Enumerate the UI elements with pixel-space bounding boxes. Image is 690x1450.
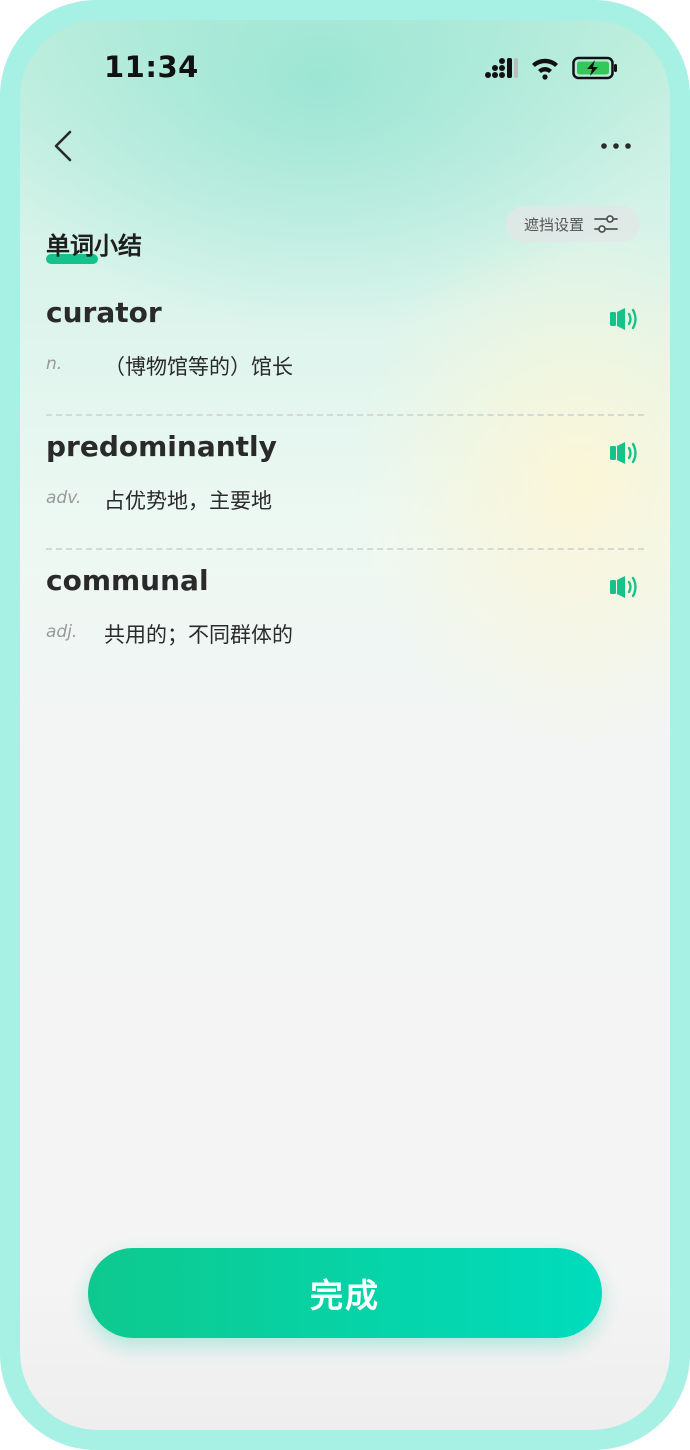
section-title: 单词小结 xyxy=(46,228,142,268)
mask-settings-button[interactable]: 遮挡设置 xyxy=(506,206,640,242)
more-button[interactable] xyxy=(596,128,636,164)
speaker-icon[interactable] xyxy=(609,440,639,466)
chevron-left-icon xyxy=(54,130,72,162)
part-of-speech: adv. xyxy=(46,488,82,508)
wifi-icon xyxy=(532,58,558,80)
speaker-icon[interactable] xyxy=(609,306,639,332)
device-frame: 11:34 单词小结 遮挡设置 curator n. （博物馆等的）馆长 pre… xyxy=(0,0,690,1450)
mask-settings-label: 遮挡设置 xyxy=(524,215,585,234)
battery-charging-icon xyxy=(572,56,617,80)
done-button-label: 完成 xyxy=(310,1276,380,1315)
back-button[interactable] xyxy=(46,126,86,166)
more-horizontal-icon xyxy=(601,143,631,149)
part-of-speech: adj. xyxy=(46,622,78,642)
signal-icon xyxy=(485,58,518,78)
status-bar: 11:34 xyxy=(20,20,670,120)
word-meaning: （博物馆等的）馆长 xyxy=(104,355,293,379)
word-list: curator n. （博物馆等的）馆长 predominantly adv. … xyxy=(46,282,644,682)
word-item: curator n. （博物馆等的）馆长 xyxy=(46,282,644,416)
word-text: predominantly xyxy=(46,430,277,463)
word-text: curator xyxy=(46,296,162,329)
status-time: 11:34 xyxy=(104,50,199,84)
app-screen: 11:34 单词小结 遮挡设置 curator n. （博物馆等的）馆长 pre… xyxy=(20,20,670,1430)
section-title-text: 单词小结 xyxy=(46,232,142,260)
word-text: communal xyxy=(46,564,209,597)
part-of-speech: n. xyxy=(46,354,63,374)
done-button[interactable]: 完成 xyxy=(88,1248,602,1338)
speaker-icon[interactable] xyxy=(609,574,639,600)
word-meaning: 共用的；不同群体的 xyxy=(104,623,293,647)
word-item: communal adj. 共用的；不同群体的 xyxy=(46,550,644,682)
word-item: predominantly adv. 占优势地，主要地 xyxy=(46,416,644,550)
filter-sliders-icon xyxy=(594,215,618,233)
word-meaning: 占优势地，主要地 xyxy=(104,489,272,513)
